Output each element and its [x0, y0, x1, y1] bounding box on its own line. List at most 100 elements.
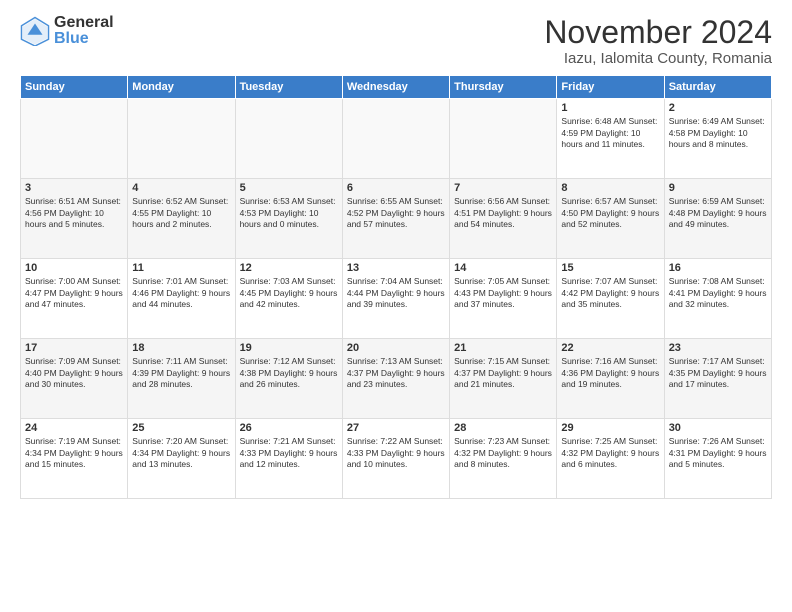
calendar-cell: 4 Sunrise: 6:52 AM Sunset: 4:55 PM Daylig…	[128, 179, 235, 259]
calendar-cell: 20Sunrise: 7:13 AM Sunset: 4:37 PM Dayli…	[342, 339, 449, 419]
day-number: 22	[561, 342, 659, 354]
calendar-header-friday: Friday	[557, 76, 664, 99]
logo-blue: Blue	[54, 31, 114, 47]
title-block: November 2024 Iazu, Ialomita County, Rom…	[544, 15, 772, 67]
calendar-week-5: 24 Sunrise: 7:19 AM Sunset: 4:34 PM Dayli…	[21, 419, 772, 499]
calendar-cell: 18Sunrise: 7:11 AM Sunset: 4:39 PM Dayli…	[128, 339, 235, 419]
day-number: 7	[454, 182, 552, 194]
day-info: Sunrise: 6:49 AM Sunset: 4:58 PM Dayligh…	[669, 116, 767, 150]
day-info: Sunrise: 7:16 AM Sunset: 4:36 PM Dayligh…	[561, 356, 659, 390]
day-info: Sunrise: 7:22 AM Sunset: 4:33 PM Dayligh…	[347, 436, 445, 470]
calendar-cell: 9 Sunrise: 6:59 AM Sunset: 4:48 PM Daylig…	[664, 179, 771, 259]
day-info: Sunrise: 6:56 AM Sunset: 4:51 PM Dayligh…	[454, 196, 552, 230]
calendar-week-2: 3 Sunrise: 6:51 AM Sunset: 4:56 PM Daylig…	[21, 179, 772, 259]
calendar-cell: 17Sunrise: 7:09 AM Sunset: 4:40 PM Dayli…	[21, 339, 128, 419]
day-info: Sunrise: 7:03 AM Sunset: 4:45 PM Dayligh…	[240, 276, 338, 310]
calendar-cell: 16 Sunrise: 7:08 AM Sunset: 4:41 PM Dayli…	[664, 259, 771, 339]
calendar-cell: 8 Sunrise: 6:57 AM Sunset: 4:50 PM Daylig…	[557, 179, 664, 259]
calendar-cell: 15Sunrise: 7:07 AM Sunset: 4:42 PM Dayli…	[557, 259, 664, 339]
day-number: 15	[561, 262, 659, 274]
logo-text: General Blue	[54, 15, 114, 47]
day-info: Sunrise: 7:04 AM Sunset: 4:44 PM Dayligh…	[347, 276, 445, 310]
day-number: 6	[347, 182, 445, 194]
calendar-cell: 5 Sunrise: 6:53 AM Sunset: 4:53 PM Daylig…	[235, 179, 342, 259]
calendar-cell	[342, 99, 449, 179]
day-info: Sunrise: 6:53 AM Sunset: 4:53 PM Dayligh…	[240, 196, 338, 230]
calendar-cell: 19 Sunrise: 7:12 AM Sunset: 4:38 PM Dayli…	[235, 339, 342, 419]
main-title: November 2024	[544, 15, 772, 50]
day-number: 23	[669, 342, 767, 354]
calendar-cell: 27 Sunrise: 7:22 AM Sunset: 4:33 PM Dayli…	[342, 419, 449, 499]
calendar-header-wednesday: Wednesday	[342, 76, 449, 99]
day-info: Sunrise: 7:13 AM Sunset: 4:37 PM Dayligh…	[347, 356, 445, 390]
day-info: Sunrise: 7:11 AM Sunset: 4:39 PM Dayligh…	[132, 356, 230, 390]
day-number: 28	[454, 422, 552, 434]
day-number: 19	[240, 342, 338, 354]
day-info: Sunrise: 7:17 AM Sunset: 4:35 PM Dayligh…	[669, 356, 767, 390]
day-info: Sunrise: 7:00 AM Sunset: 4:47 PM Dayligh…	[25, 276, 123, 310]
day-number: 5	[240, 182, 338, 194]
calendar-week-1: 1 Sunrise: 6:48 AM Sunset: 4:59 PM Daylig…	[21, 99, 772, 179]
calendar-cell: 12Sunrise: 7:03 AM Sunset: 4:45 PM Dayli…	[235, 259, 342, 339]
day-number: 8	[561, 182, 659, 194]
calendar-cell: 30 Sunrise: 7:26 AM Sunset: 4:31 PM Dayli…	[664, 419, 771, 499]
day-info: Sunrise: 6:51 AM Sunset: 4:56 PM Dayligh…	[25, 196, 123, 230]
day-number: 30	[669, 422, 767, 434]
logo-general: General	[54, 15, 114, 31]
calendar-header-thursday: Thursday	[450, 76, 557, 99]
day-info: Sunrise: 7:05 AM Sunset: 4:43 PM Dayligh…	[454, 276, 552, 310]
day-number: 29	[561, 422, 659, 434]
calendar-cell: 7 Sunrise: 6:56 AM Sunset: 4:51 PM Daylig…	[450, 179, 557, 259]
calendar-week-3: 10 Sunrise: 7:00 AM Sunset: 4:47 PM Dayli…	[21, 259, 772, 339]
day-info: Sunrise: 7:26 AM Sunset: 4:31 PM Dayligh…	[669, 436, 767, 470]
calendar-cell	[128, 99, 235, 179]
day-info: Sunrise: 6:55 AM Sunset: 4:52 PM Dayligh…	[347, 196, 445, 230]
day-info: Sunrise: 7:25 AM Sunset: 4:32 PM Dayligh…	[561, 436, 659, 470]
day-info: Sunrise: 6:48 AM Sunset: 4:59 PM Dayligh…	[561, 116, 659, 150]
day-number: 24	[25, 422, 123, 434]
subtitle: Iazu, Ialomita County, Romania	[544, 50, 772, 67]
day-info: Sunrise: 7:21 AM Sunset: 4:33 PM Dayligh…	[240, 436, 338, 470]
page: General Blue November 2024 Iazu, Ialomit…	[0, 0, 792, 612]
day-number: 25	[132, 422, 230, 434]
header: General Blue November 2024 Iazu, Ialomit…	[20, 15, 772, 67]
day-info: Sunrise: 7:15 AM Sunset: 4:37 PM Dayligh…	[454, 356, 552, 390]
day-info: Sunrise: 7:12 AM Sunset: 4:38 PM Dayligh…	[240, 356, 338, 390]
calendar-cell: 24 Sunrise: 7:19 AM Sunset: 4:34 PM Dayli…	[21, 419, 128, 499]
day-number: 26	[240, 422, 338, 434]
day-info: Sunrise: 6:52 AM Sunset: 4:55 PM Dayligh…	[132, 196, 230, 230]
day-number: 9	[669, 182, 767, 194]
calendar-cell: 11 Sunrise: 7:01 AM Sunset: 4:46 PM Dayli…	[128, 259, 235, 339]
calendar-cell: 28 Sunrise: 7:23 AM Sunset: 4:32 PM Dayli…	[450, 419, 557, 499]
day-number: 4	[132, 182, 230, 194]
calendar-cell: 29 Sunrise: 7:25 AM Sunset: 4:32 PM Dayli…	[557, 419, 664, 499]
day-number: 11	[132, 262, 230, 274]
day-number: 10	[25, 262, 123, 274]
day-info: Sunrise: 7:23 AM Sunset: 4:32 PM Dayligh…	[454, 436, 552, 470]
calendar-table: SundayMondayTuesdayWednesdayThursdayFrid…	[20, 75, 772, 499]
day-info: Sunrise: 6:59 AM Sunset: 4:48 PM Dayligh…	[669, 196, 767, 230]
day-number: 14	[454, 262, 552, 274]
day-info: Sunrise: 7:08 AM Sunset: 4:41 PM Dayligh…	[669, 276, 767, 310]
day-number: 3	[25, 182, 123, 194]
day-number: 2	[669, 102, 767, 114]
calendar-cell: 2 Sunrise: 6:49 AM Sunset: 4:58 PM Daylig…	[664, 99, 771, 179]
calendar-header-sunday: Sunday	[21, 76, 128, 99]
day-number: 13	[347, 262, 445, 274]
day-info: Sunrise: 6:57 AM Sunset: 4:50 PM Dayligh…	[561, 196, 659, 230]
day-number: 16	[669, 262, 767, 274]
calendar-cell: 21 Sunrise: 7:15 AM Sunset: 4:37 PM Dayli…	[450, 339, 557, 419]
day-number: 21	[454, 342, 552, 354]
calendar-cell: 14 Sunrise: 7:05 AM Sunset: 4:43 PM Dayli…	[450, 259, 557, 339]
day-info: Sunrise: 7:01 AM Sunset: 4:46 PM Dayligh…	[132, 276, 230, 310]
calendar-cell	[450, 99, 557, 179]
day-info: Sunrise: 7:19 AM Sunset: 4:34 PM Dayligh…	[25, 436, 123, 470]
day-number: 27	[347, 422, 445, 434]
day-number: 1	[561, 102, 659, 114]
calendar-cell: 3 Sunrise: 6:51 AM Sunset: 4:56 PM Daylig…	[21, 179, 128, 259]
calendar-cell: 25Sunrise: 7:20 AM Sunset: 4:34 PM Dayli…	[128, 419, 235, 499]
calendar-cell: 1 Sunrise: 6:48 AM Sunset: 4:59 PM Daylig…	[557, 99, 664, 179]
calendar-cell: 22 Sunrise: 7:16 AM Sunset: 4:36 PM Dayli…	[557, 339, 664, 419]
day-number: 17	[25, 342, 123, 354]
calendar-week-4: 17Sunrise: 7:09 AM Sunset: 4:40 PM Dayli…	[21, 339, 772, 419]
